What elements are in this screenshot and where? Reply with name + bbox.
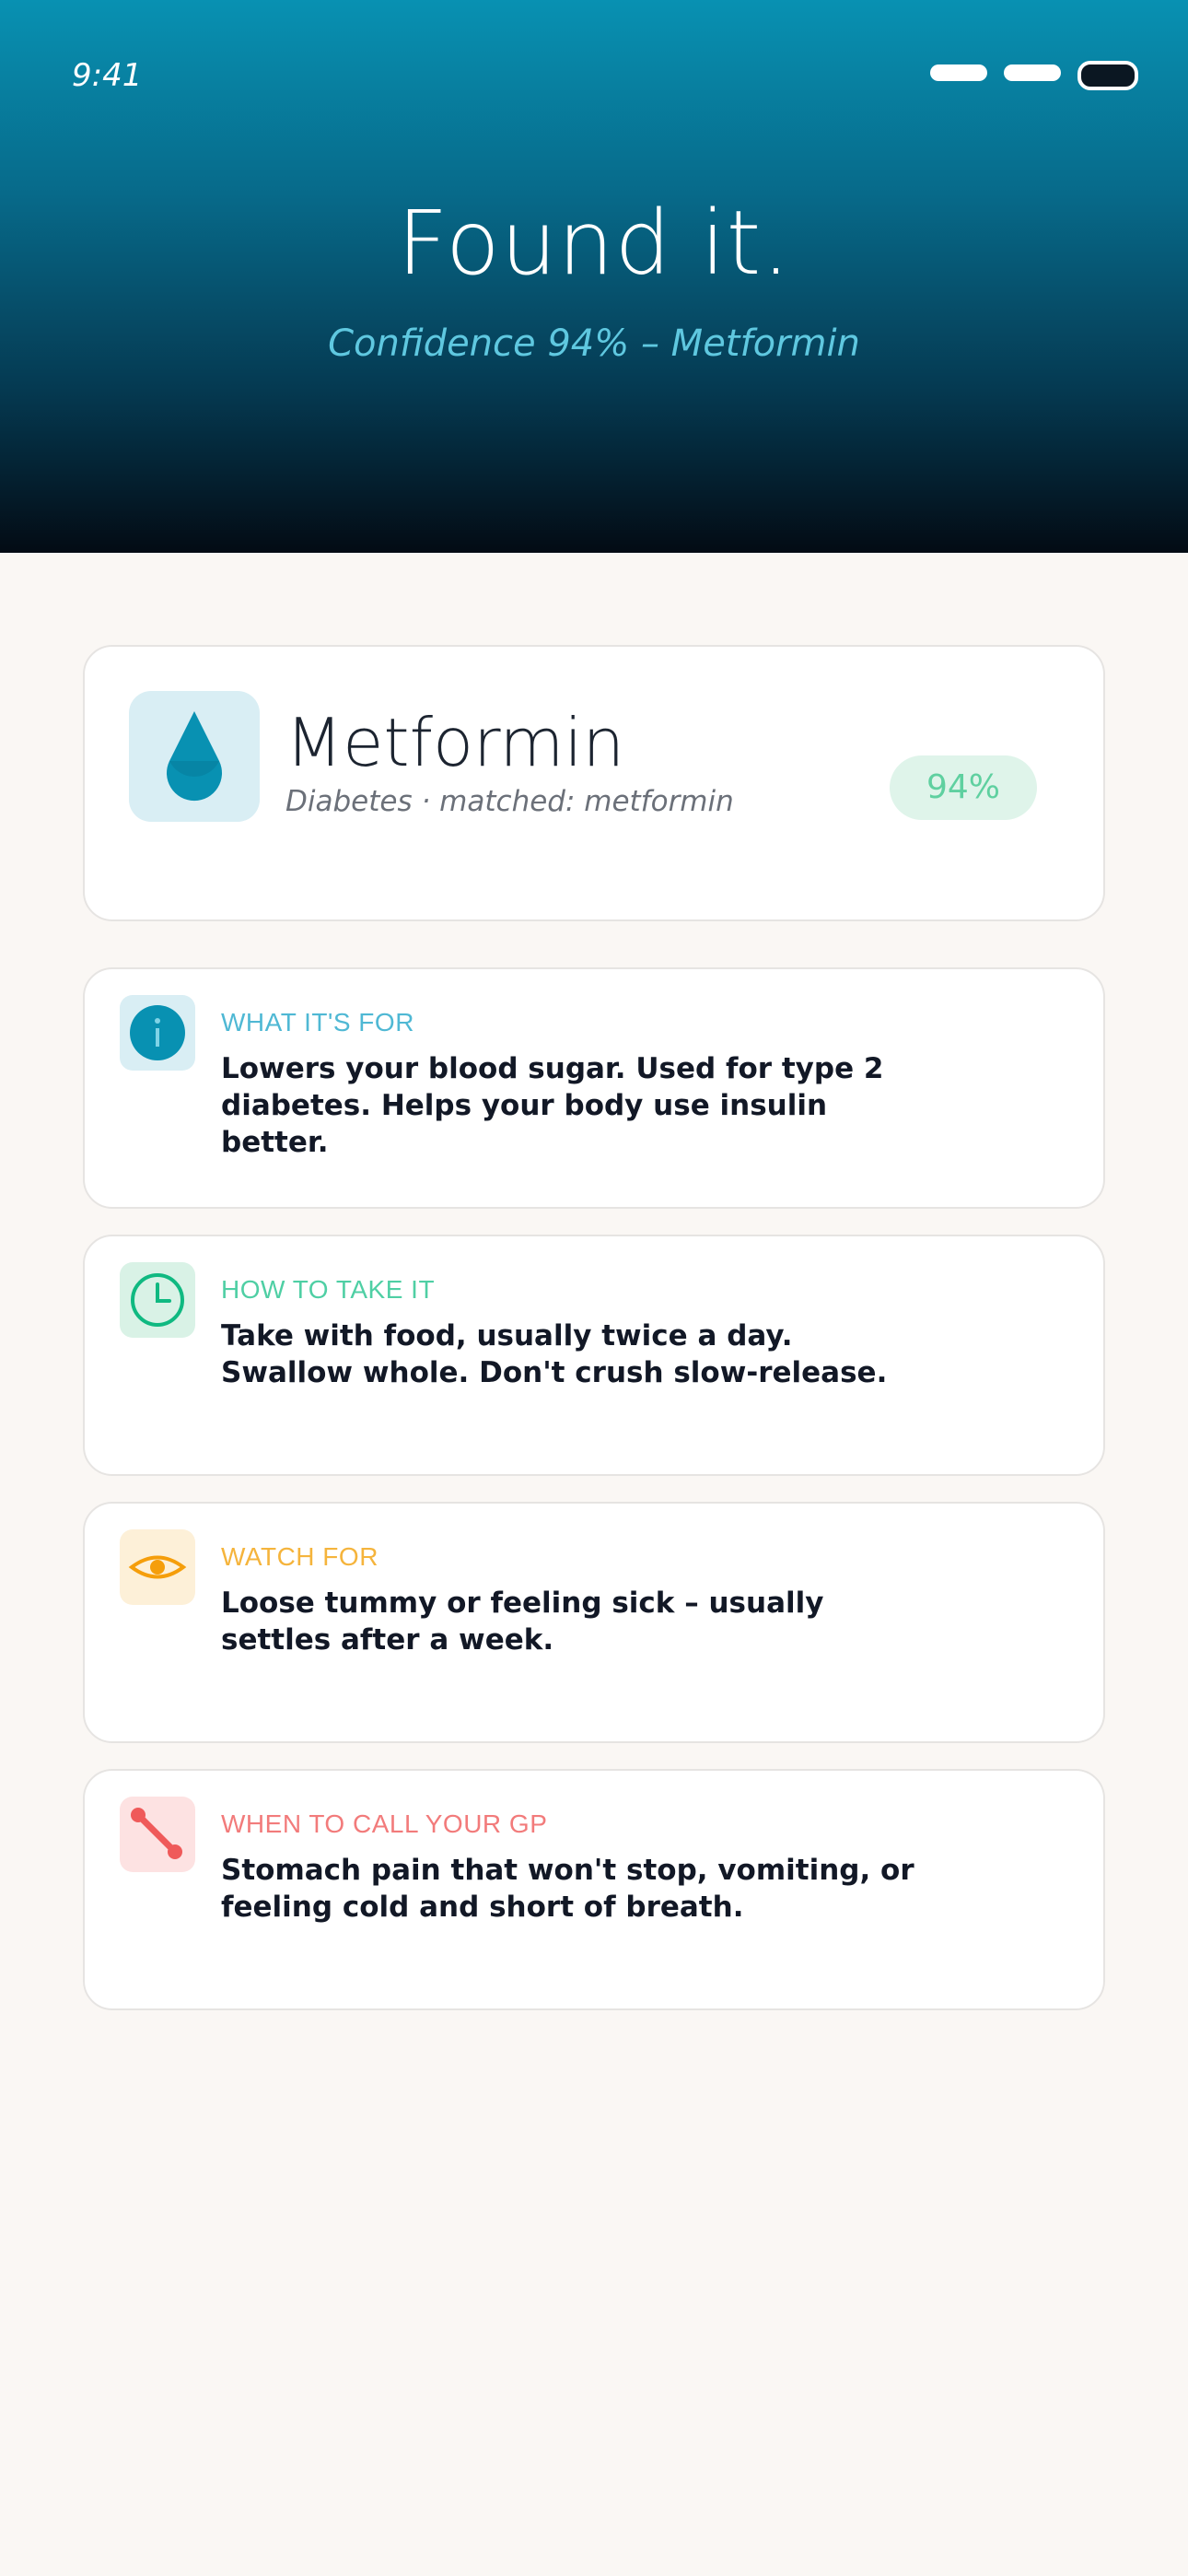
how-to-take-card[interactable]: HOW TO TAKE IT Take with food, usually t… — [83, 1235, 1105, 1476]
medication-name: Metformin — [285, 704, 625, 781]
medication-subtitle: Diabetes · matched: metformin — [285, 785, 734, 818]
call-gp-card[interactable]: WHEN TO CALL YOUR GP Stomach pain that w… — [83, 1769, 1105, 2010]
page-title: Found it. — [397, 192, 791, 295]
screen: 9:41 Found it. Confidence 94% – Metformi… — [0, 0, 1188, 2576]
confidence-subtitle: Confidence 94% – Metformin — [328, 322, 860, 365]
wifi-indicator — [1004, 64, 1061, 81]
confidence-badge: 94% — [890, 755, 1037, 820]
card-label: WATCH FOR — [221, 1542, 379, 1571]
water-drop-icon — [129, 691, 260, 822]
what-its-for-card[interactable]: WHAT IT'S FOR Lowers your blood sugar. U… — [83, 967, 1105, 1209]
hero-header: 9:41 Found it. Confidence 94% – Metformi… — [0, 0, 1188, 553]
info-icon — [120, 995, 195, 1071]
status-time: 9:41 — [72, 57, 143, 94]
phone-icon — [120, 1797, 195, 1872]
card-body: Take with food, usually twice a day. Swa… — [221, 1319, 888, 1389]
watch-for-card[interactable]: WATCH FOR Loose tummy or feeling sick – … — [83, 1502, 1105, 1743]
card-body: Lowers your blood sugar. Used for type 2… — [221, 1052, 884, 1159]
card-label: HOW TO TAKE IT — [221, 1275, 436, 1304]
card-body: Loose tummy or feeling sick – usually se… — [221, 1587, 824, 1657]
clock-icon — [120, 1262, 195, 1338]
card-label: WHEN TO CALL YOUR GP — [221, 1809, 548, 1838]
card-body: Stomach pain that won't stop, vomiting, … — [221, 1854, 914, 1924]
eye-icon — [120, 1529, 195, 1605]
card-label: WHAT IT'S FOR — [221, 1008, 414, 1036]
battery-icon — [1077, 61, 1138, 90]
signal-indicator — [930, 64, 987, 81]
medication-card[interactable]: Metformin Diabetes · matched: metformin … — [83, 645, 1105, 921]
